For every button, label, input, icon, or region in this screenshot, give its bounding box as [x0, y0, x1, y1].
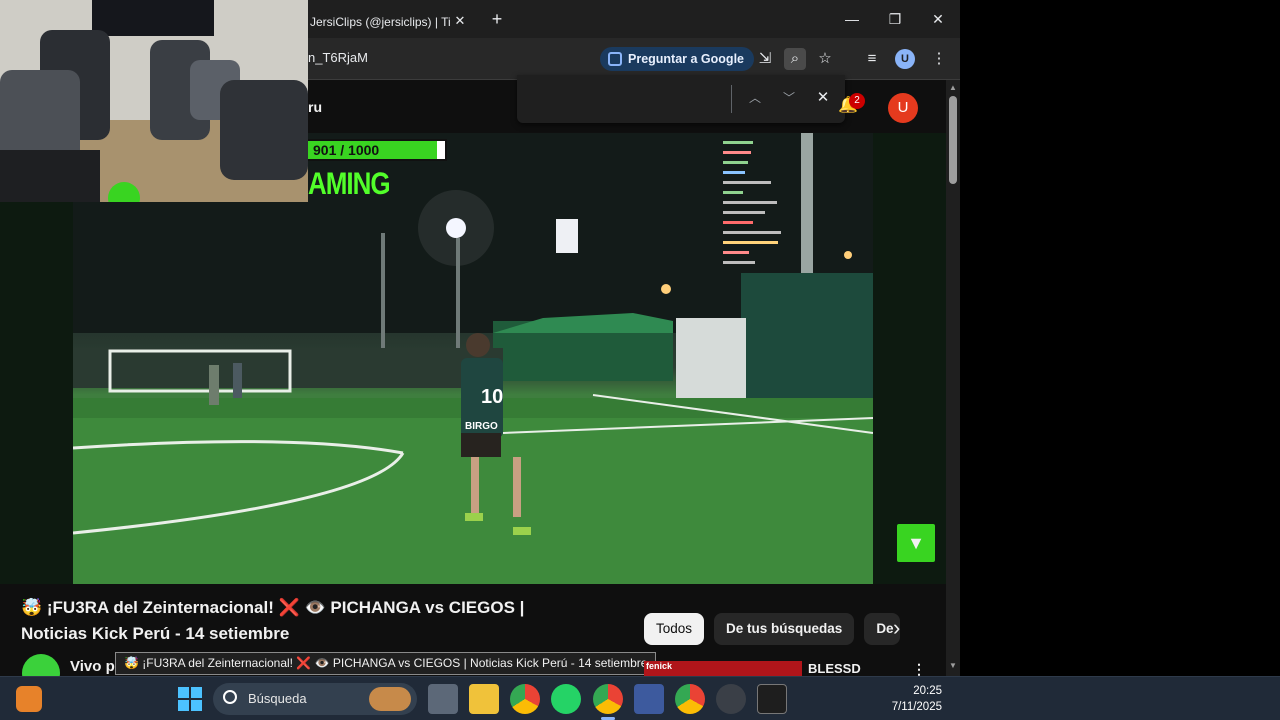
channel-avatar[interactable]: [22, 654, 60, 676]
task-view-icon[interactable]: [428, 684, 458, 714]
tab-title: JersiClips (@jersiclips) | TikTok: [310, 15, 450, 29]
more-options-icon[interactable]: ⋮: [912, 661, 926, 676]
search-highlight-icon: [369, 687, 411, 711]
jersey-number: 10: [481, 386, 503, 408]
file-explorer-icon[interactable]: [469, 684, 499, 714]
video-title: 🤯 ¡FU3RA del Zeinternacional! ❌ 👁️ PICHA…: [21, 598, 525, 643]
webcam-scene: [0, 0, 308, 202]
plant-logo-icon: ▼: [897, 524, 935, 562]
lens-icon: [608, 52, 622, 66]
player-letterbox-right: [873, 133, 946, 584]
windows-start-icon[interactable]: [177, 686, 203, 712]
notifications-badge: 2: [849, 93, 865, 109]
chevron-right-icon[interactable]: ›: [893, 617, 913, 639]
chrome-icon[interactable]: [510, 684, 540, 714]
scroll-thumb[interactable]: [949, 96, 957, 184]
ask-google-label: Preguntar a Google: [628, 52, 744, 66]
url-text[interactable]: n_T6RjaM: [308, 50, 368, 65]
webcam-overlay: [0, 0, 308, 202]
recommendation-chips: Todos De tus búsquedas De: [644, 613, 901, 645]
chrome-secondary-icon[interactable]: [675, 684, 705, 714]
find-close-icon[interactable]: ✕: [812, 87, 834, 109]
search-placeholder: Búsqueda: [248, 691, 307, 706]
findbar-divider: [731, 85, 732, 113]
gaming-overlay-text: AMING: [308, 165, 391, 201]
find-bar: ︿ ﹀ ✕: [517, 75, 845, 123]
goal-counter: 901 / 1000: [305, 139, 447, 161]
tab-tiktok[interactable]: JersiClips (@jersiclips) | TikTok ✕: [296, 6, 476, 38]
media-controls-icon[interactable]: ≡: [861, 48, 883, 70]
find-next-icon[interactable]: ﹀: [778, 87, 800, 109]
new-tab-button[interactable]: +: [486, 8, 508, 30]
scroll-up-icon[interactable]: ▲: [949, 84, 957, 92]
title-tooltip: 🤯 ¡FU3RA del Zeinternacional! ❌ 👁️ PICHA…: [115, 652, 657, 675]
ask-google-button[interactable]: Preguntar a Google: [600, 47, 754, 71]
menu-kebab-icon[interactable]: ⋮: [928, 48, 950, 70]
chip-todos[interactable]: Todos: [644, 613, 705, 645]
screen: JersiClips (@jersiclips) | TikTok ✕ + — …: [0, 0, 1280, 720]
install-app-icon[interactable]: ⇲: [754, 48, 776, 70]
taskbar: Búsqueda 20:25 7/11/2025: [0, 676, 1280, 720]
scroll-down-icon[interactable]: ▼: [949, 662, 957, 670]
user-avatar[interactable]: U: [888, 93, 918, 123]
obs-icon[interactable]: [716, 684, 746, 714]
goal-counter-text: 901 / 1000: [313, 142, 380, 158]
whatsapp-icon[interactable]: [551, 684, 581, 714]
chip-de-tus-busquedas[interactable]: De tus búsquedas: [714, 613, 855, 645]
tab-close-icon[interactable]: ✕: [452, 13, 468, 29]
search-icon: [223, 690, 237, 704]
bookmark-star-icon[interactable]: ☆: [814, 48, 836, 70]
minimize-button[interactable]: —: [838, 6, 866, 32]
taskbar-search[interactable]: Búsqueda: [213, 683, 417, 715]
jersey-sponsor: BIRGO: [465, 421, 498, 432]
recommendation-thumbnail[interactable]: fenick: [644, 661, 802, 676]
recommendation-title[interactable]: BLESSD: [808, 661, 861, 676]
weather-widget-icon[interactable]: [16, 686, 42, 712]
chrome-profile-icon[interactable]: [593, 684, 623, 714]
page-scrollbar[interactable]: ▲ ▼: [946, 80, 960, 676]
profile-icon[interactable]: U: [895, 49, 915, 69]
search-query-text[interactable]: ru: [308, 99, 322, 115]
system-clock[interactable]: 20:25 7/11/2025: [880, 683, 942, 715]
browser-window: JersiClips (@jersiclips) | TikTok ✕ + — …: [0, 0, 960, 676]
app-icon[interactable]: [634, 684, 664, 714]
clock-date: 7/11/2025: [891, 701, 942, 713]
find-prev-icon[interactable]: ︿: [744, 87, 766, 109]
maximize-button[interactable]: ❐: [881, 6, 909, 32]
clock-time: 20:25: [913, 685, 942, 697]
find-in-page-icon[interactable]: ⌕: [784, 48, 806, 70]
close-window-button[interactable]: ✕: [924, 6, 952, 32]
terminal-icon[interactable]: [757, 684, 787, 714]
